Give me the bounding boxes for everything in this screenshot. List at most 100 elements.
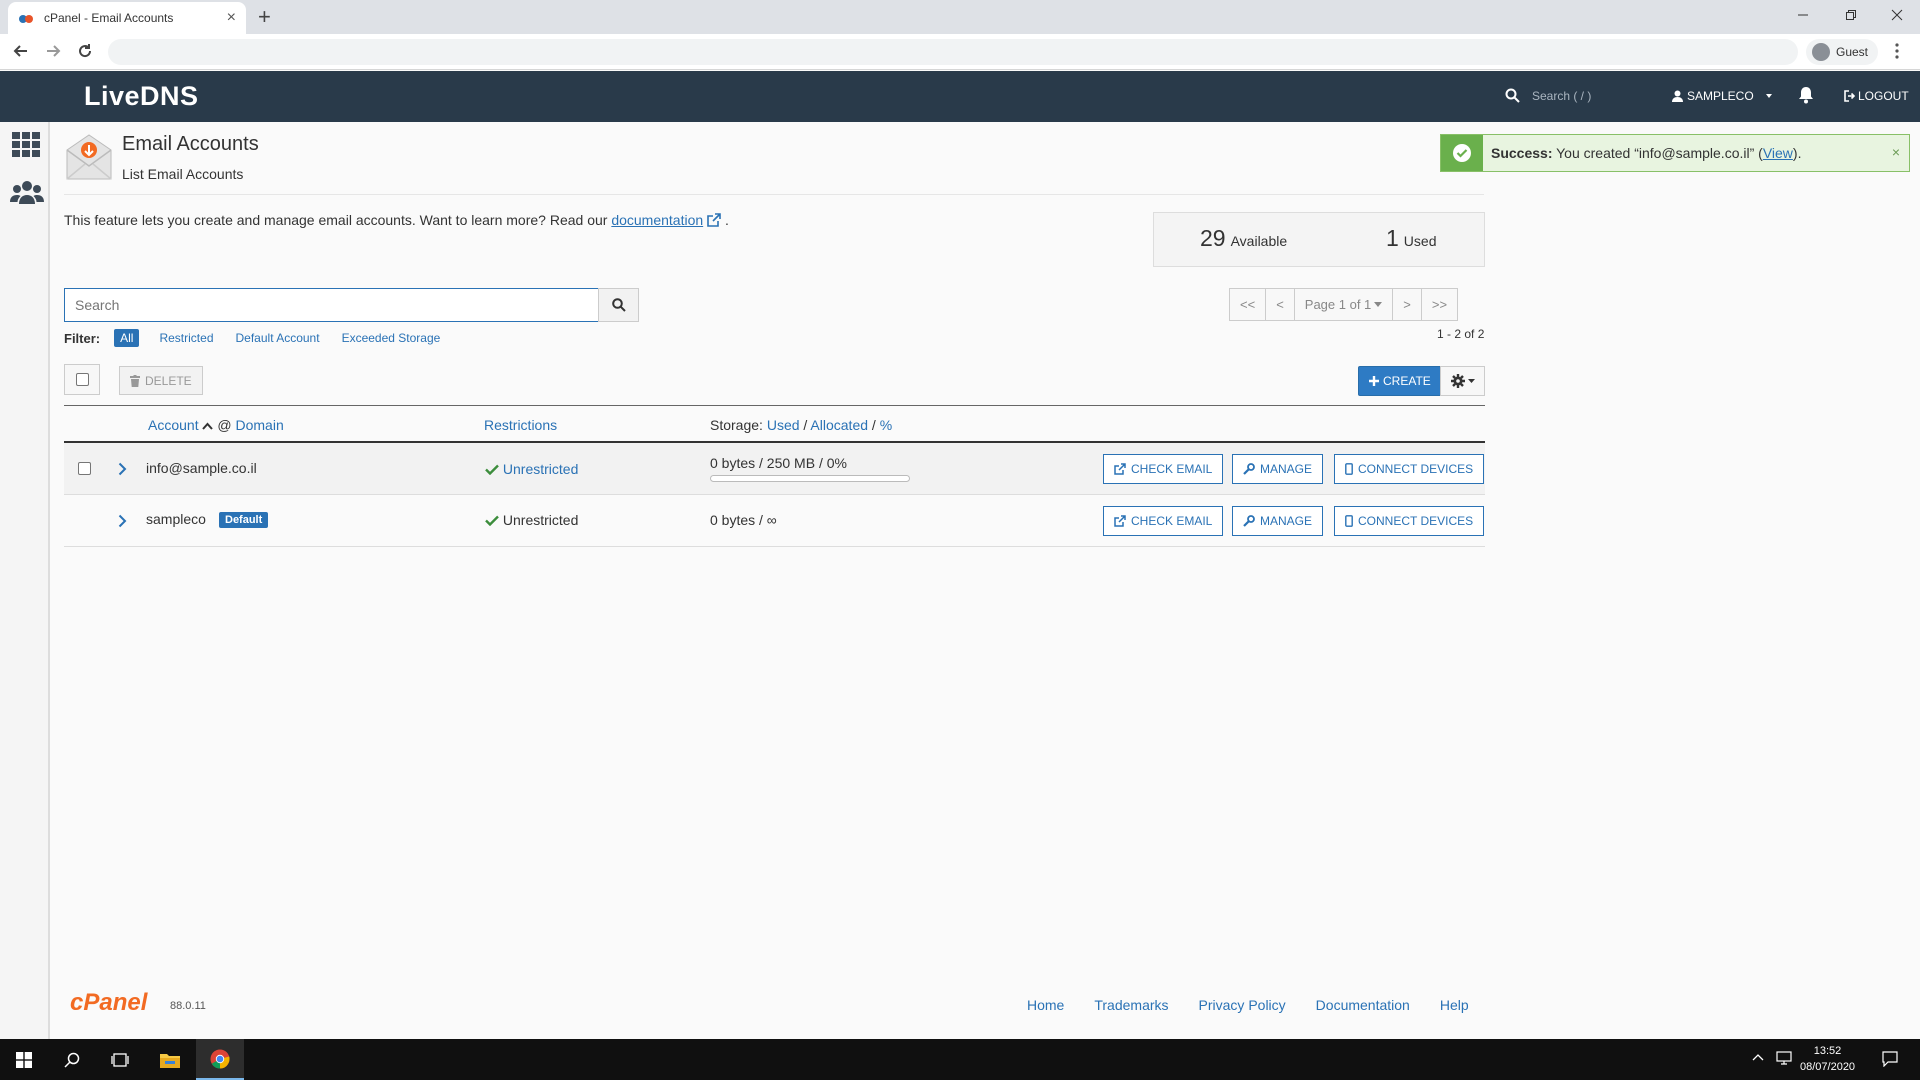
available-count: 29 [1200, 225, 1226, 251]
clock-time: 13:52 [1813, 1045, 1842, 1057]
header-search[interactable]: Search ( / ) [1505, 88, 1591, 103]
footer-links: Home Trademarks Privacy Policy Documenta… [1027, 997, 1469, 1013]
sort-used[interactable]: Used [767, 417, 800, 433]
page-select[interactable]: Page 1 of 1 [1295, 289, 1394, 320]
caret-down-icon [1765, 94, 1772, 98]
delete-button[interactable]: DELETE [119, 366, 203, 395]
used-label: Used [1403, 233, 1437, 249]
col-restrictions[interactable]: Restrictions [484, 417, 557, 433]
user-menu[interactable]: SAMPLECO [1672, 89, 1774, 103]
connect-devices-button[interactable]: CONNECT DEVICES [1334, 506, 1485, 536]
search-button[interactable] [598, 288, 639, 322]
windows-start-icon[interactable] [0, 1039, 48, 1080]
alert-view-link[interactable]: View [1763, 145, 1793, 161]
first-page-button[interactable]: << [1230, 289, 1267, 320]
sort-account[interactable]: Account @ Domain [148, 417, 284, 433]
filter-all[interactable]: All [114, 329, 140, 347]
manage-label: MANAGE [1260, 462, 1313, 476]
address-bar[interactable] [108, 39, 1798, 65]
chrome-icon[interactable] [196, 1039, 244, 1080]
alert-text: You created “info@sample.co.il” ( [1556, 145, 1763, 161]
footer-link-privacy[interactable]: Privacy Policy [1199, 997, 1286, 1013]
pagination: << < Page 1 of 1 > >> [1229, 288, 1459, 321]
col-domain[interactable]: Domain [235, 417, 283, 433]
footer-link-home[interactable]: Home [1027, 997, 1064, 1013]
network-icon[interactable] [1776, 1051, 1792, 1065]
close-window-icon[interactable] [1874, 0, 1920, 30]
connect-devices-button[interactable]: CONNECT DEVICES [1334, 454, 1485, 484]
settings-dropdown-button[interactable] [1440, 366, 1485, 396]
restriction-text: Unrestricted [502, 512, 579, 528]
file-explorer-icon[interactable] [146, 1039, 194, 1080]
chevron-right-icon[interactable] [118, 462, 127, 476]
browser-menu-icon[interactable] [1895, 43, 1899, 59]
profile-label: Guest [1836, 45, 1869, 59]
chevron-up-icon[interactable] [1752, 1053, 1764, 1061]
row-checkbox[interactable] [78, 462, 91, 475]
filter-default-account[interactable]: Default Account [236, 331, 320, 345]
results-range: 1 - 2 of 2 [1437, 327, 1485, 341]
col-account[interactable]: Account [148, 417, 199, 433]
check-email-button[interactable]: CHECK EMAIL [1103, 506, 1224, 536]
alert-strong: Success: [1491, 145, 1553, 161]
documentation-link[interactable]: documentation [611, 212, 703, 228]
prev-page-button[interactable]: < [1266, 289, 1295, 320]
browser-tab[interactable]: cPanel - Email Accounts × [8, 2, 246, 34]
intro-text: This feature lets you create and manage … [64, 212, 729, 228]
users-icon[interactable] [10, 180, 44, 204]
restore-icon[interactable] [1828, 0, 1874, 30]
restriction-link[interactable]: Unrestricted [503, 461, 578, 477]
reload-icon[interactable] [76, 42, 94, 60]
wrench-icon [1243, 463, 1255, 475]
cpanel-version: 88.0.11 [170, 1000, 206, 1012]
new-tab-button[interactable]: + [258, 4, 271, 30]
minimize-icon[interactable] [1780, 0, 1826, 30]
search-icon [1505, 88, 1520, 103]
manage-button[interactable]: MANAGE [1232, 506, 1324, 536]
profile-button[interactable]: Guest [1806, 39, 1879, 65]
brand-logo[interactable]: LiveDNS [84, 81, 199, 112]
check-email-button[interactable]: CHECK EMAIL [1103, 454, 1224, 484]
clock-date: 08/07/2020 [1800, 1061, 1856, 1073]
forward-arrow-icon[interactable] [44, 42, 62, 60]
page-select-label: Page 1 of 1 [1304, 297, 1372, 312]
check-circle-icon [1441, 135, 1483, 171]
chevron-right-icon[interactable] [118, 514, 127, 528]
col-storage: Storage: Used / Allocated / % [710, 417, 892, 433]
create-button[interactable]: CREATE [1358, 366, 1442, 396]
page-subtitle: List Email Accounts [122, 166, 244, 182]
select-all-checkbox[interactable] [64, 364, 100, 395]
logout-button[interactable]: LOGOUT [1843, 89, 1909, 103]
system-clock[interactable]: 13:52 08/07/2020 [1800, 1043, 1855, 1075]
back-arrow-icon[interactable] [12, 42, 30, 60]
bell-icon[interactable] [1798, 86, 1814, 104]
alert-text-end: ). [1792, 145, 1802, 161]
footer-link-trademarks[interactable]: Trademarks [1094, 997, 1168, 1013]
search-icon[interactable] [48, 1039, 96, 1080]
filter-restricted[interactable]: Restricted [159, 331, 213, 345]
notifications-icon[interactable] [1882, 1051, 1898, 1067]
cpanel-logo[interactable]: cPanel [70, 989, 147, 1017]
page-title: Email Accounts [122, 133, 259, 155]
sort-allocated[interactable]: Allocated [810, 417, 868, 433]
manage-button[interactable]: MANAGE [1232, 454, 1324, 484]
last-page-button[interactable]: >> [1422, 289, 1457, 320]
cpanel-favicon-icon [19, 15, 33, 23]
next-page-button[interactable]: > [1393, 289, 1422, 320]
manage-label: MANAGE [1260, 514, 1313, 528]
storage-text: 0 bytes / ∞ [710, 512, 777, 528]
footer-link-help[interactable]: Help [1440, 997, 1469, 1013]
footer-link-documentation[interactable]: Documentation [1316, 997, 1410, 1013]
alert-close-icon[interactable]: × [1892, 144, 1900, 160]
used-stat: 1 Used [1386, 225, 1436, 252]
tab-close-icon[interactable]: × [227, 9, 236, 27]
search-input[interactable] [64, 288, 599, 322]
checkbox[interactable] [75, 373, 89, 386]
filter-exceeded-storage[interactable]: Exceeded Storage [342, 331, 441, 345]
task-view-icon[interactable] [96, 1039, 144, 1080]
apps-grid-icon[interactable] [12, 132, 40, 158]
email-accounts-table: Account @ Domain Restrictions Storage: U… [64, 405, 1485, 547]
sort-percent[interactable]: % [880, 417, 892, 433]
slash: / [871, 417, 876, 433]
check-icon [485, 464, 499, 475]
